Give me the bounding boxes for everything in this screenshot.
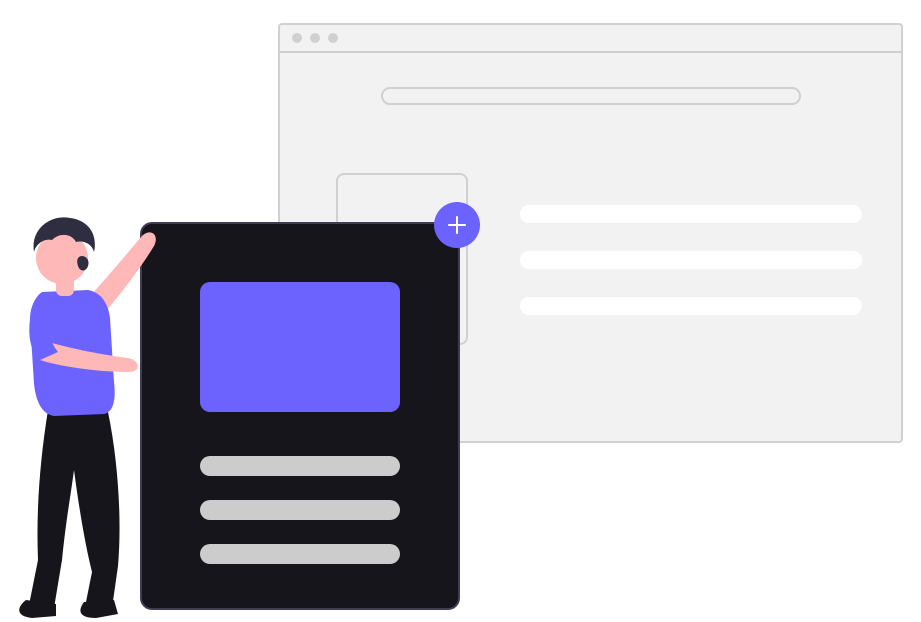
window-titlebar [280, 25, 901, 53]
card-image-block [200, 282, 400, 412]
person-legs [30, 410, 120, 612]
add-button[interactable] [434, 202, 480, 248]
plus-icon [446, 214, 468, 236]
illustration [0, 0, 921, 622]
traffic-light-dot [292, 33, 302, 43]
traffic-light-dot [310, 33, 320, 43]
traffic-light-dot [328, 33, 338, 43]
card-text-placeholder [200, 500, 400, 520]
card-text-placeholder [200, 544, 400, 564]
card-text-placeholder [200, 456, 400, 476]
person-illustration [0, 200, 170, 620]
content-line-placeholder [520, 251, 862, 269]
person-foot-right [80, 600, 118, 618]
content-card [140, 222, 460, 610]
search-bar-placeholder [381, 87, 801, 105]
content-line-placeholder [520, 297, 862, 315]
content-line-placeholder [520, 205, 862, 223]
